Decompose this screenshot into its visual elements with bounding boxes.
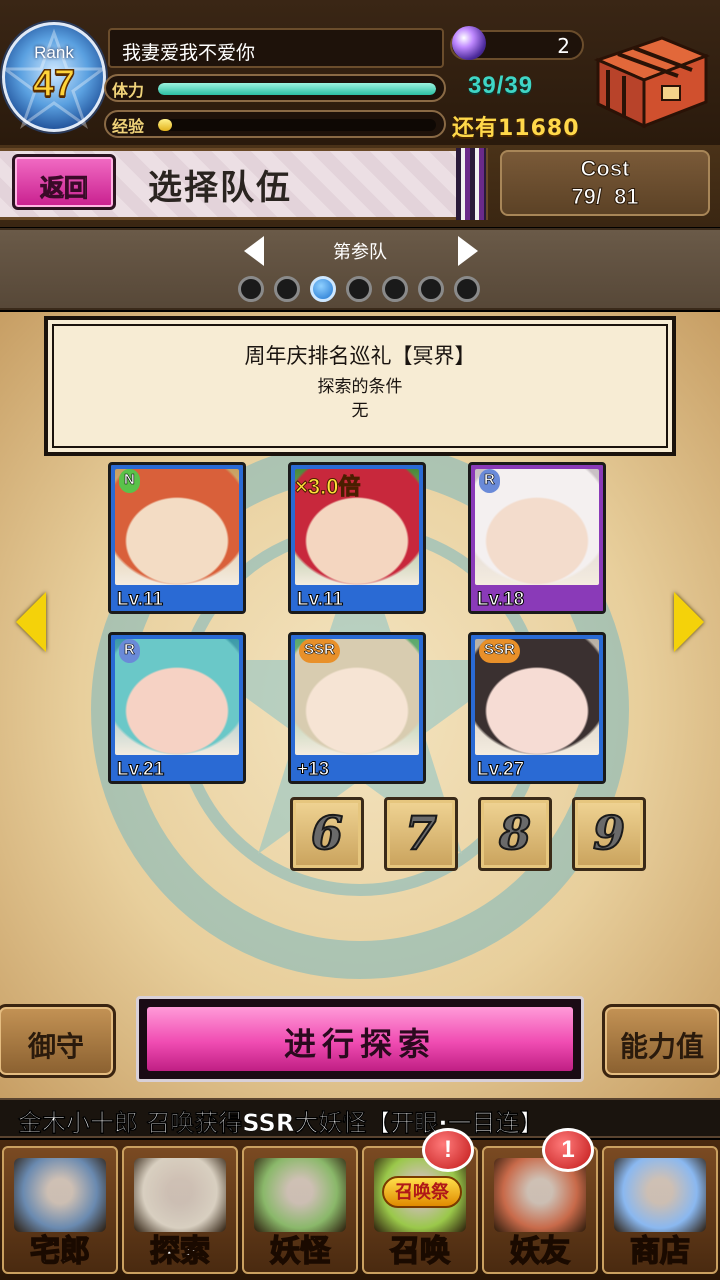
scroll-icon bbox=[254, 1158, 346, 1232]
exp-fill bbox=[158, 119, 172, 131]
team-page-dots bbox=[238, 276, 480, 302]
stamina-fill bbox=[158, 83, 436, 95]
prev-page-arrow-icon[interactable] bbox=[16, 592, 46, 652]
nav-item[interactable]: 探索 bbox=[122, 1146, 238, 1274]
card-level: Lv.18 bbox=[476, 589, 525, 611]
exp-remaining: 还有11680 bbox=[452, 116, 580, 141]
treasure-chest-icon[interactable] bbox=[588, 30, 712, 132]
team-page-dot[interactable] bbox=[418, 276, 444, 302]
mansion-icon bbox=[14, 1158, 106, 1232]
charm-button[interactable]: 御守 bbox=[0, 1004, 116, 1078]
back-button[interactable]: 返回 bbox=[12, 154, 116, 210]
card-level: Lv.11 bbox=[116, 589, 164, 611]
explore-button-face: 进行探索 bbox=[147, 1007, 573, 1071]
player-name: 我妻爱我不爱你 bbox=[122, 42, 256, 64]
team-member-card[interactable]: Lv.18 R bbox=[468, 462, 606, 614]
next-page-arrow-icon[interactable] bbox=[674, 592, 704, 652]
explore-button-label: 进行探索 bbox=[283, 1025, 436, 1063]
bonus-multiplier: ×3.0倍 bbox=[294, 474, 361, 500]
nav-item[interactable]: 妖怪 bbox=[242, 1146, 358, 1274]
team-member-card[interactable]: +13 SSR bbox=[288, 632, 426, 784]
cost-value: 79/ 81 bbox=[571, 184, 639, 210]
team-member-card[interactable]: Lv.11 ×3.0倍 bbox=[288, 462, 426, 614]
team-member-card[interactable]: Lv.27 SSR bbox=[468, 632, 606, 784]
nav-label: 妖怪 bbox=[269, 1233, 331, 1270]
team-page-dot[interactable] bbox=[238, 276, 264, 302]
charm-button-label: 御守 bbox=[27, 1030, 84, 1063]
cost-box: Cost 79/ 81 bbox=[500, 150, 710, 216]
magnifier-map-icon bbox=[134, 1158, 226, 1232]
quest-title: 周年庆排名巡礼【冥界】 bbox=[244, 344, 476, 368]
rank-badge: Rank 47 bbox=[2, 22, 106, 132]
exp-track bbox=[158, 119, 436, 131]
title-decoration bbox=[456, 148, 486, 220]
notification-badge: ! bbox=[422, 1128, 474, 1172]
rank-label: Rank bbox=[34, 43, 74, 62]
notification-badge: 1 bbox=[542, 1128, 594, 1172]
rarity-badge: SSR bbox=[299, 639, 340, 663]
empty-team-slot[interactable]: 8 bbox=[478, 797, 552, 871]
prev-team-arrow-icon[interactable] bbox=[244, 236, 264, 266]
cost-label: Cost bbox=[580, 156, 630, 182]
summon-festival-tag: 召唤祭 bbox=[382, 1176, 462, 1208]
exp-bar: 经验 bbox=[104, 110, 446, 138]
empty-team-slot[interactable]: 9 bbox=[572, 797, 646, 871]
empty-team-slot[interactable]: 7 bbox=[384, 797, 458, 871]
team-member-card[interactable]: Lv.11 N bbox=[108, 462, 246, 614]
rarity-badge: N bbox=[119, 469, 140, 493]
nav-label: 宅郎 bbox=[29, 1233, 91, 1270]
page-title: 选择队伍 bbox=[148, 168, 292, 208]
slot-number: 7 bbox=[404, 805, 438, 861]
team-name: 第参队 bbox=[333, 242, 387, 263]
slot-number: 8 bbox=[498, 805, 532, 861]
rarity-badge: SSR bbox=[479, 639, 520, 663]
stamina-track bbox=[158, 83, 436, 95]
empty-team-slot[interactable]: 6 bbox=[290, 797, 364, 871]
stamina-label: 体力 bbox=[112, 81, 145, 100]
back-button-label: 返回 bbox=[40, 174, 89, 203]
stats-button[interactable]: 能力值 bbox=[602, 1004, 720, 1078]
player-name-box: 我妻爱我不爱你 bbox=[108, 28, 444, 68]
slot-number: 6 bbox=[310, 805, 344, 861]
team-page-dot[interactable] bbox=[310, 276, 336, 302]
news-ticker: 金木小十郎 召唤获得SSR大妖怪【开眼·一目连】 bbox=[0, 1098, 720, 1138]
nav-label: 商店 bbox=[629, 1233, 691, 1270]
team-page-dot[interactable] bbox=[454, 276, 480, 302]
card-level: +13 bbox=[296, 759, 330, 781]
stamina-value: 39/39 bbox=[468, 72, 534, 99]
next-team-arrow-icon[interactable] bbox=[458, 236, 478, 266]
slot-number: 9 bbox=[592, 805, 626, 861]
card-level: Lv.21 bbox=[116, 759, 165, 781]
stamina-bar: 体力 bbox=[104, 74, 446, 102]
team-member-card[interactable]: Lv.21 R bbox=[108, 632, 246, 784]
explore-button[interactable]: 进行探索 bbox=[136, 996, 584, 1082]
nav-item[interactable]: 宅郎 bbox=[2, 1146, 118, 1274]
crystal-ball-icon bbox=[614, 1158, 706, 1232]
team-page-dot[interactable] bbox=[346, 276, 372, 302]
team-page-dot[interactable] bbox=[274, 276, 300, 302]
exp-label: 经验 bbox=[112, 117, 145, 136]
card-level: Lv.27 bbox=[476, 759, 525, 781]
nav-label: 召唤 bbox=[389, 1233, 451, 1270]
team-page-dot[interactable] bbox=[382, 276, 408, 302]
nav-label: 妖友 bbox=[509, 1233, 571, 1270]
rarity-badge: R bbox=[479, 469, 500, 493]
card-level: Lv.11 bbox=[296, 589, 344, 611]
quest-condition-value: 无 bbox=[351, 401, 369, 421]
nav-item[interactable]: 商店 bbox=[602, 1146, 718, 1274]
nav-label: 探索 bbox=[149, 1233, 211, 1270]
orb-icon bbox=[452, 26, 486, 60]
quest-condition-label: 探索的条件 bbox=[317, 377, 403, 397]
rarity-badge: R bbox=[119, 639, 140, 663]
orb-count: 2 bbox=[557, 34, 570, 58]
quest-info-box: 周年庆排名巡礼【冥界】 探索的条件 无 bbox=[44, 316, 676, 456]
rank-value: 47 bbox=[32, 62, 76, 106]
stats-button-label: 能力值 bbox=[619, 1030, 704, 1063]
